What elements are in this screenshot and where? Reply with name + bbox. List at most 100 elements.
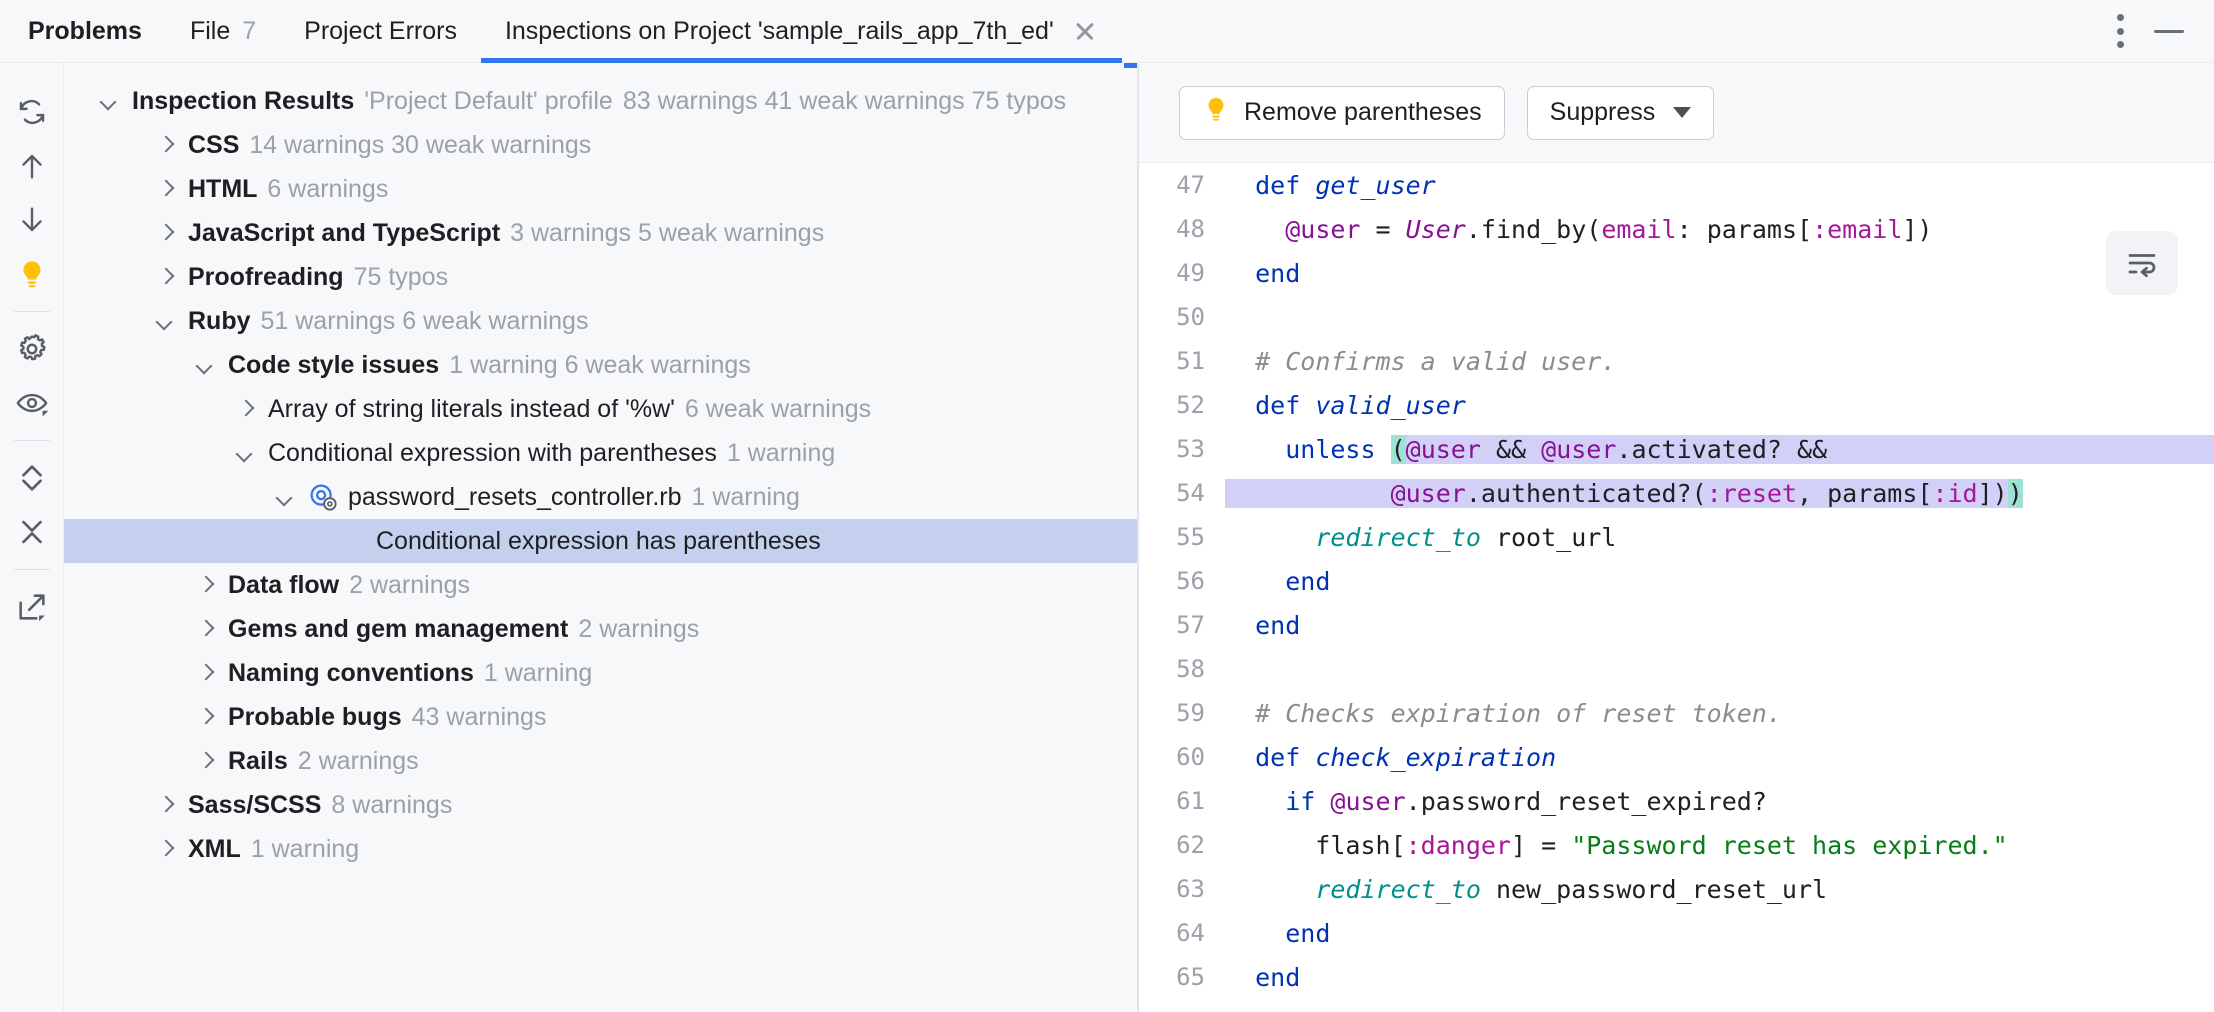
lightbulb-icon [1202,95,1230,130]
expand-all-icon[interactable] [7,451,57,505]
code-line: 47 def get_user [1139,163,2214,207]
tree-row-array-of-string-literals[interactable]: Array of string literals instead of '%w'… [64,387,1137,431]
chevron-right-icon[interactable] [152,792,178,818]
line-number: 63 [1139,867,1225,911]
previous-problem-icon[interactable] [7,139,57,193]
chevron-right-icon[interactable] [152,836,178,862]
chevron-right-icon[interactable] [152,264,178,290]
collapse-all-icon[interactable] [7,505,57,559]
line-number: 58 [1139,647,1225,691]
tree-row-title: Naming conventions [228,659,474,688]
chevron-right-icon[interactable] [192,704,218,730]
tree-row-meta: 2 warnings [298,747,419,776]
tree-row-meta: 3 warnings 5 weak warnings [510,219,824,248]
tree-row-probable-bugs[interactable]: Probable bugs 43 warnings [64,695,1137,739]
code-line-text: end [1225,911,2214,955]
tree-row-title: Array of string literals instead of '%w' [268,395,675,424]
code-line-text: def check_expiration [1225,735,2214,779]
tab-label: File [190,17,230,46]
tree-row-meta: 1 warning [692,483,800,512]
tree-row-title: CSS [188,131,239,160]
tab-project-errors[interactable]: Project Errors [280,0,481,63]
chevron-right-icon[interactable] [192,572,218,598]
code-line-text: redirect_to root_url [1225,515,2214,559]
chevron-down-icon[interactable] [152,308,178,334]
tree-row-gems-and-gem-management[interactable]: Gems and gem management 2 warnings [64,607,1137,651]
chevron-right-icon[interactable] [152,176,178,202]
minimize-icon[interactable] [2154,30,2184,33]
remove-parentheses-button[interactable]: Remove parentheses [1179,86,1505,140]
tree-row-title: Code style issues [228,351,439,380]
line-number: 54 [1139,471,1225,515]
tree-row-inspection-results[interactable]: Inspection Results 'Project Default' pro… [64,79,1137,123]
chevron-right-icon[interactable] [152,220,178,246]
code-preview[interactable]: 47 def get_user 48 @user = User.find_by(… [1139,163,2214,1012]
view-options-icon[interactable] [7,376,57,430]
button-label: Suppress [1550,98,1656,127]
tree-row-rails[interactable]: Rails 2 warnings [64,739,1137,783]
tree-row-title: Conditional expression has parentheses [376,527,821,556]
tree-row-javascript-and-typescript[interactable]: JavaScript and TypeScript 3 warnings 5 w… [64,211,1137,255]
scrollbar-thumb-visible[interactable] [1124,63,1137,68]
rerun-inspection-icon[interactable] [7,85,57,139]
tree-row-meta: 14 warnings 30 weak warnings [249,131,591,160]
tree-horizontal-scrollbar[interactable] [64,63,1137,69]
close-icon[interactable] [1072,18,1098,44]
tree: Inspection Results 'Project Default' pro… [64,63,1137,871]
tree-row-title: Proofreading [188,263,344,292]
tree-row-naming-conventions[interactable]: Naming conventions 1 warning [64,651,1137,695]
chevron-right-icon[interactable] [192,748,218,774]
code-line: 62 flash[:danger] = "Password reset has … [1139,823,2214,867]
tree-row-title: Inspection Results [132,87,354,116]
code-line-text: end [1225,251,2214,295]
chevron-right-icon[interactable] [152,132,178,158]
tree-row-conditional-expression-with-parentheses[interactable]: Conditional expression with parentheses … [64,431,1137,475]
kebab-menu-icon[interactable] [2116,14,2124,48]
next-problem-icon[interactable] [7,193,57,247]
tree-row-xml[interactable]: XML 1 warning [64,827,1137,871]
tree-row-css[interactable]: CSS 14 warnings 30 weak warnings [64,123,1137,167]
code-line: 49 end [1139,251,2214,295]
chevron-right-icon[interactable] [192,660,218,686]
code-line-text: if @user.password_reset_expired? [1225,779,2214,823]
code-line-text: def valid_user [1225,383,2214,427]
tab-file[interactable]: File 7 [166,0,280,63]
tree-row-title: XML [188,835,241,864]
suppress-button[interactable]: Suppress [1527,86,1715,140]
tree-row-html[interactable]: HTML 6 warnings [64,167,1137,211]
code-line-text: end [1225,603,2214,647]
line-number: 59 [1139,691,1225,735]
code-line-text: redirect_to new_password_reset_url [1225,867,2214,911]
tree-row-code-style-issues[interactable]: Code style issues 1 warning 6 weak warni… [64,343,1137,387]
code-line-text: end [1225,559,2214,603]
quick-fix-icon[interactable] [7,247,57,301]
settings-icon[interactable] [7,322,57,376]
tree-row-conditional-expression-has-parentheses[interactable]: Conditional expression has parentheses [64,519,1137,563]
rail-divider [14,440,50,441]
tree-row-sass-scss[interactable]: Sass/SCSS 8 warnings [64,783,1137,827]
tab-problems[interactable]: Problems [0,0,166,63]
code-line-problem: 54 @user.authenticated?(:reset, params[:… [1139,471,2214,515]
line-number: 65 [1139,955,1225,999]
tree-row-password-resets-controller-file[interactable]: password_resets_controller.rb 1 warning [64,475,1137,519]
export-icon[interactable] [7,580,57,634]
tree-row-ruby[interactable]: Ruby 51 warnings 6 weak warnings [64,299,1137,343]
code-line: 57 end [1139,603,2214,647]
line-number: 56 [1139,559,1225,603]
chevron-right-icon[interactable] [232,396,258,422]
chevron-down-icon[interactable] [232,440,258,466]
chevron-down-icon[interactable] [1673,107,1691,118]
line-number: 47 [1139,163,1225,207]
chevron-right-icon[interactable] [192,616,218,642]
tree-row-proofreading[interactable]: Proofreading 75 typos [64,255,1137,299]
chevron-down-icon[interactable] [272,484,298,510]
tree-row-meta: 1 warning [727,439,835,468]
tree-row-meta: 6 warnings [267,175,388,204]
chevron-down-icon[interactable] [96,88,122,114]
chevron-down-icon[interactable] [192,352,218,378]
tab-inspections-on-project[interactable]: Inspections on Project 'sample_rails_app… [481,0,1122,63]
tree-row-data-flow[interactable]: Data flow 2 warnings [64,563,1137,607]
rail-divider [14,569,50,570]
code-line-text: @user.authenticated?(:reset, params[:id]… [1225,471,2214,515]
tab-count: 7 [242,17,256,46]
